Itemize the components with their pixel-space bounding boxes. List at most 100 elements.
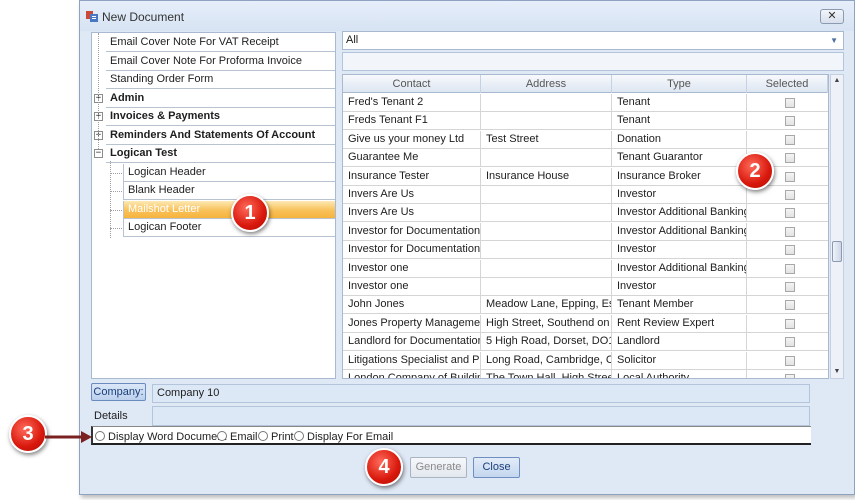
cell-address [481, 204, 612, 223]
cell-contact: Investor one [343, 278, 481, 296]
cell-type: Investor [612, 278, 747, 296]
selected-checkbox[interactable] [785, 374, 795, 378]
table-row[interactable]: Fred's Tenant 2 Tenant [343, 94, 828, 112]
cell-contact: Invers Are Us [343, 186, 481, 204]
selected-checkbox[interactable] [785, 300, 795, 311]
cell-address [481, 278, 612, 296]
table-row[interactable]: Investor one Investor Additional Banking … [343, 259, 828, 278]
callout-badge-2: 2 [736, 152, 774, 190]
cell-type: Local Authority [612, 370, 747, 378]
company-button[interactable]: Company: [91, 383, 146, 401]
table-row[interactable]: Jones Property Management High Street, So… [343, 314, 828, 333]
cell-contact: Investor one [343, 259, 481, 278]
option-email[interactable]: Email [217, 430, 258, 444]
details-field[interactable] [152, 406, 810, 426]
selected-checkbox[interactable] [785, 116, 795, 127]
column-header[interactable]: Contact [343, 75, 481, 93]
details-label: Details [94, 410, 128, 422]
tree-connector [110, 228, 122, 229]
selected-checkbox[interactable] [785, 263, 795, 274]
table-row[interactable]: Investor for Documentation Investor Addit… [343, 222, 828, 241]
cell-contact: Investor for Documentation [343, 222, 481, 241]
selected-checkbox[interactable] [785, 318, 795, 329]
option-print[interactable]: Print [258, 430, 294, 444]
selected-checkbox[interactable] [785, 208, 795, 219]
grid-search-field[interactable] [342, 52, 844, 71]
callout-badge-3: 3 [9, 415, 47, 453]
tree-item[interactable]: Mailshot Letter [123, 200, 335, 219]
cell-contact: Give us your money Ltd [343, 130, 481, 149]
cell-address [481, 112, 612, 131]
option-label: Print [271, 431, 294, 443]
table-row[interactable]: Investor for Documentation Investor [343, 241, 828, 260]
callout-badge-1: 1 [231, 194, 269, 232]
table-row[interactable]: Give us your money Ltd Test Street Donatio… [343, 130, 828, 149]
column-header[interactable]: Type [612, 75, 747, 93]
column-header[interactable]: Selected [747, 75, 828, 93]
cell-contact: Litigations Specialist and Partn [343, 351, 481, 370]
cell-contact: Jones Property Management [343, 314, 481, 333]
selected-checkbox[interactable] [785, 337, 795, 348]
tree-item[interactable]: Reminders And Statements Of Account [106, 127, 335, 145]
cell-address: Meadow Lane, Epping, Essex, [481, 296, 612, 315]
tree-item[interactable]: Standing Order Form [106, 71, 335, 89]
scroll-up-arrow-icon[interactable]: ▲ [831, 75, 843, 87]
table-row[interactable]: Litigations Specialist and PartnLong Roa… [343, 351, 828, 370]
selected-checkbox[interactable] [785, 171, 795, 182]
selected-checkbox[interactable] [785, 226, 795, 237]
table-row[interactable]: John JonesMeadow Lane, Epping, Essex,Ten… [343, 296, 828, 315]
window-close-button[interactable]: ✕ [820, 9, 844, 24]
option-display-word-document[interactable]: Display Word Document [95, 430, 226, 444]
generate-button: Generate [410, 457, 467, 478]
selected-checkbox[interactable] [785, 134, 795, 145]
tree-item[interactable]: Email Cover Note For VAT Receipt [106, 34, 335, 52]
tree-item[interactable]: Logican Footer [123, 219, 335, 237]
callout-badge-4: 4 [365, 448, 403, 486]
contacts-grid: Contact Address Type Selected Fred's Tenant… [342, 74, 829, 379]
callout-arrow-icon [45, 431, 92, 443]
tree-item[interactable]: Blank Header [123, 182, 335, 200]
cell-address: Test Street [481, 130, 612, 149]
option-label: Display For Email [307, 431, 394, 443]
cell-type: Investor Additional Banking C [612, 222, 747, 241]
tree-connector [110, 209, 122, 211]
contact-filter-dropdown[interactable]: All ▼ [342, 31, 844, 50]
radio-icon [217, 431, 227, 441]
tree-item[interactable]: Logican Header [123, 163, 335, 182]
selected-checkbox[interactable] [785, 355, 795, 366]
cell-address [481, 94, 612, 112]
filter-selected-value: All [346, 34, 359, 46]
cell-address: High Street, Southend on Se [481, 314, 612, 333]
selected-checkbox[interactable] [785, 190, 795, 200]
collapse-icon[interactable]: − [94, 149, 103, 158]
table-row[interactable]: Landlord for Documentation 5 High Road, D… [343, 333, 828, 352]
cell-contact: Invers Are Us [343, 204, 481, 223]
grid-vertical-scrollbar[interactable]: ▲ ▼ [830, 74, 844, 379]
company-field[interactable]: Company 10 [152, 384, 810, 403]
tree-item[interactable]: Logican Test [106, 145, 335, 163]
cell-address: Insurance House [481, 167, 612, 186]
radio-icon [258, 431, 268, 441]
tree-connector [110, 172, 122, 174]
column-header[interactable]: Address [481, 75, 612, 93]
scrollbar-thumb[interactable] [832, 241, 842, 262]
cell-type: Tenant Guarantor [612, 149, 747, 168]
tree-item[interactable]: Email Cover Note For Proforma Invoice [106, 53, 335, 71]
table-row[interactable]: London Company of Building The Town Hall,… [343, 370, 828, 378]
table-row[interactable]: Invers Are Us Investor Additional Banking… [343, 204, 828, 223]
table-row[interactable]: Investor one Investor [343, 278, 828, 296]
selected-checkbox[interactable] [785, 98, 795, 108]
cell-type: Investor Additional Banking C [612, 259, 747, 278]
scroll-down-arrow-icon[interactable]: ▼ [831, 366, 843, 378]
option-display-for-email[interactable]: Display For Email [294, 430, 393, 444]
cell-type: Investor [612, 186, 747, 204]
selected-checkbox[interactable] [785, 153, 795, 164]
table-row[interactable]: Freds Tenant F1 Tenant [343, 112, 828, 131]
tree-item[interactable]: Admin [106, 90, 335, 108]
tree-item[interactable]: Invoices & Payments [106, 108, 335, 126]
selected-checkbox[interactable] [785, 245, 795, 256]
cell-type: Investor [612, 241, 747, 260]
cell-address: Long Road, Cambridge, Cam [481, 351, 612, 370]
close-button[interactable]: Close [473, 457, 520, 478]
selected-checkbox[interactable] [785, 282, 795, 292]
